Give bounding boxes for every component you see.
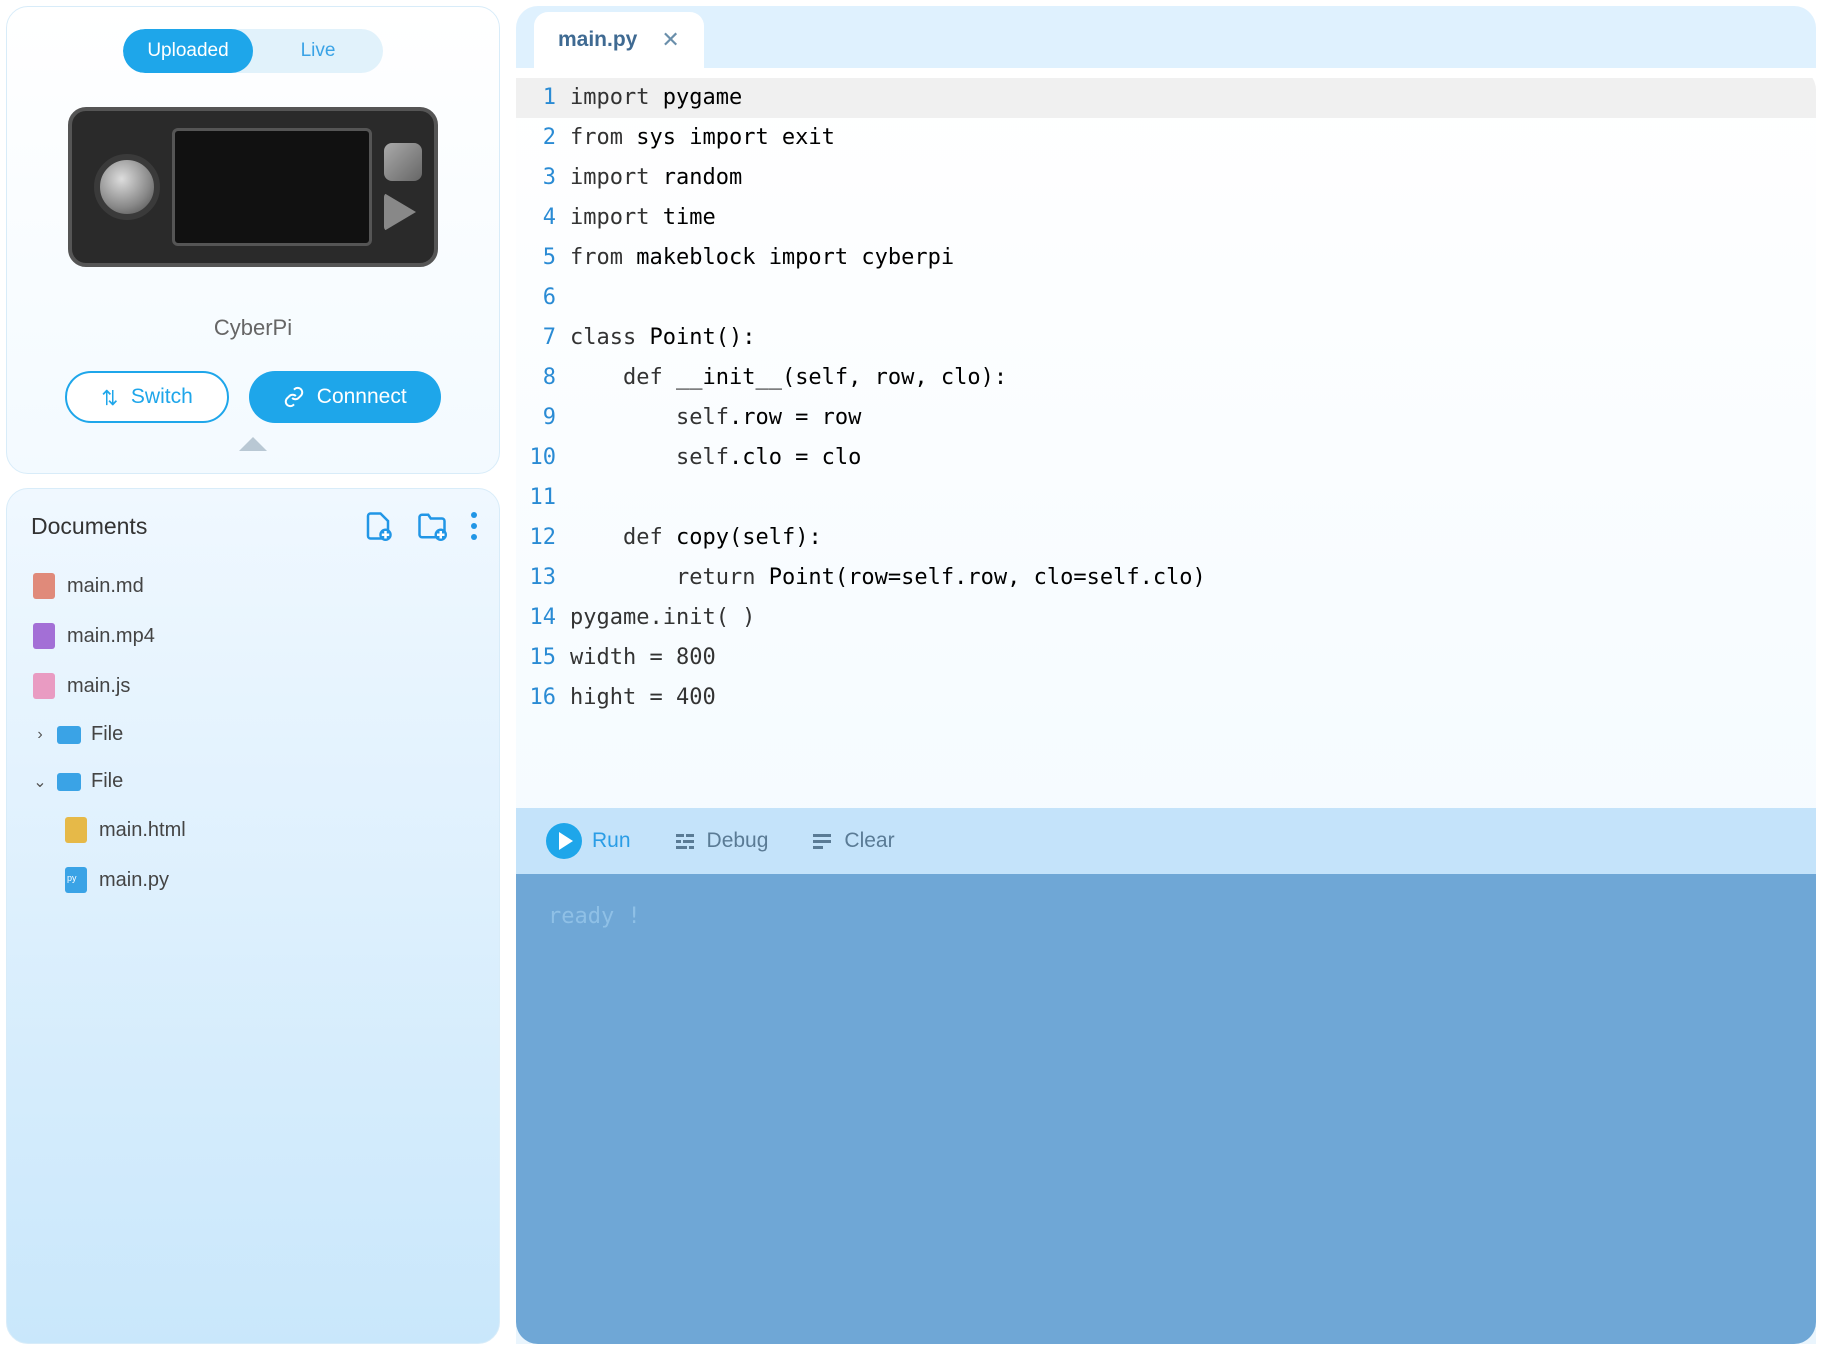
folder-item[interactable]: ⌄ File <box>25 758 487 805</box>
clear-label: Clear <box>844 829 894 853</box>
code-line[interactable]: 1import pygame <box>516 78 1816 118</box>
code-line[interactable]: 7class Point(): <box>516 318 1816 358</box>
code-line[interactable]: 10 self.clo = clo <box>516 438 1816 478</box>
file-tree: main.md main.mp4 main.js › File ⌄ File mai… <box>25 561 487 905</box>
close-icon[interactable]: ✕ <box>661 27 679 53</box>
clear-icon <box>810 829 834 853</box>
code-line[interactable]: 11 <box>516 478 1816 518</box>
code-line[interactable]: 12 def copy(self): <box>516 518 1816 558</box>
mode-toggle: Uploaded Live <box>123 29 383 73</box>
console-output: ready ! <box>516 874 1816 1344</box>
link-icon <box>283 386 305 408</box>
switch-button[interactable]: ⇄ Switch <box>65 371 228 423</box>
clear-button[interactable]: Clear <box>810 829 894 853</box>
console-text: ready ! <box>548 904 641 929</box>
device-name: CyberPi <box>214 315 292 341</box>
editor-tab[interactable]: main.py ✕ <box>534 12 704 68</box>
collapse-caret-icon[interactable] <box>239 437 267 451</box>
code-line[interactable]: 5from makeblock import cyberpi <box>516 238 1816 278</box>
mode-live[interactable]: Live <box>253 29 383 73</box>
editor-tabbar: main.py ✕ <box>516 6 1816 68</box>
file-name: main.md <box>67 575 144 598</box>
run-button[interactable]: Run <box>546 823 631 859</box>
file-name: main.html <box>99 819 186 842</box>
mp4-file-icon <box>33 623 55 649</box>
folder-name: File <box>91 723 123 746</box>
device-panel: Uploaded Live CyberPi ⇄ Switch Connnect <box>6 6 500 474</box>
more-menu-icon[interactable] <box>471 512 477 540</box>
code-line[interactable]: 14pygame.init( ) <box>516 598 1816 638</box>
file-name: main.js <box>67 675 130 698</box>
action-bar: Run Debug Clear <box>516 808 1816 874</box>
file-item[interactable]: main.md <box>25 561 487 611</box>
file-item[interactable]: main.py <box>25 855 487 905</box>
file-name: main.py <box>99 869 169 892</box>
code-line[interactable]: 15width = 800 <box>516 638 1816 678</box>
debug-label: Debug <box>707 829 769 853</box>
editor-area: 1import pygame2from sys import exit3impo… <box>516 68 1816 1344</box>
code-line[interactable]: 4import time <box>516 198 1816 238</box>
html-file-icon <box>65 817 87 843</box>
debug-button[interactable]: Debug <box>673 829 769 853</box>
folder-icon <box>57 773 81 791</box>
run-label: Run <box>592 829 631 853</box>
device-image <box>68 107 438 267</box>
folder-icon <box>57 726 81 744</box>
chevron-right-icon: › <box>33 726 47 744</box>
code-line[interactable]: 16hight = 400 <box>516 678 1816 718</box>
debug-icon <box>673 829 697 853</box>
js-file-icon <box>33 673 55 699</box>
mode-uploaded[interactable]: Uploaded <box>123 29 253 73</box>
code-line[interactable]: 6 <box>516 278 1816 318</box>
folder-item[interactable]: › File <box>25 711 487 758</box>
code-editor[interactable]: 1import pygame2from sys import exit3impo… <box>516 68 1816 808</box>
md-file-icon <box>33 573 55 599</box>
play-icon <box>546 823 582 859</box>
py-file-icon <box>65 867 87 893</box>
new-file-icon[interactable] <box>363 511 393 541</box>
documents-panel: Documents main.md main.mp4 main.js › File… <box>6 488 500 1344</box>
code-line[interactable]: 3import random <box>516 158 1816 198</box>
file-name: main.mp4 <box>67 625 155 648</box>
folder-name: File <box>91 770 123 793</box>
tab-title: main.py <box>558 28 637 52</box>
file-item[interactable]: main.mp4 <box>25 611 487 661</box>
connect-button[interactable]: Connnect <box>249 371 441 423</box>
code-line[interactable]: 2from sys import exit <box>516 118 1816 158</box>
switch-label: Switch <box>131 385 193 409</box>
file-item[interactable]: main.html <box>25 805 487 855</box>
swap-icon: ⇄ <box>98 388 123 406</box>
connect-label: Connnect <box>317 385 407 409</box>
file-item[interactable]: main.js <box>25 661 487 711</box>
code-line[interactable]: 8 def __init__(self, row, clo): <box>516 358 1816 398</box>
code-line[interactable]: 13 return Point(row=self.row, clo=self.c… <box>516 558 1816 598</box>
documents-title: Documents <box>31 513 147 540</box>
chevron-down-icon: ⌄ <box>33 772 47 792</box>
new-folder-icon[interactable] <box>417 511 447 541</box>
code-line[interactable]: 9 self.row = row <box>516 398 1816 438</box>
